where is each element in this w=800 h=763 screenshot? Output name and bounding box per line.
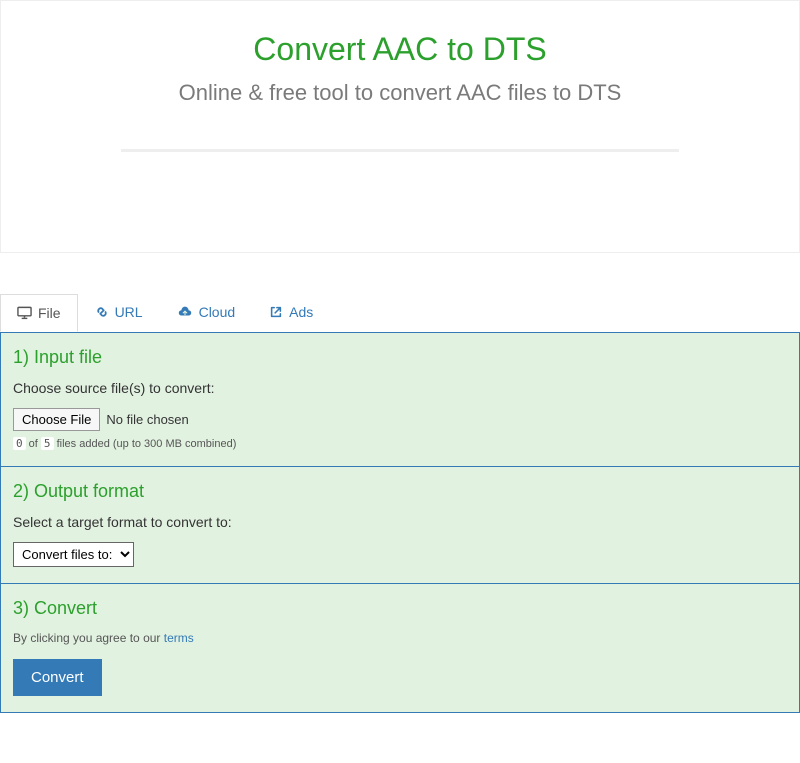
file-hint: 0 of 5 files added (up to 300 MB combine… [13, 437, 787, 450]
file-hint-tail: files added (up to 300 MB combined) [54, 438, 237, 450]
input-instruction: Choose source file(s) to convert: [13, 380, 787, 396]
files-max-count: 5 [41, 437, 54, 450]
tab-file-label: File [38, 305, 61, 321]
terms-link[interactable]: terms [164, 631, 194, 645]
external-link-icon [269, 305, 283, 319]
file-hint-of: of [26, 438, 41, 450]
choose-file-button[interactable]: Choose File [13, 408, 100, 431]
tab-ads[interactable]: Ads [252, 293, 330, 331]
cloud-icon [177, 305, 193, 319]
file-status: No file chosen [106, 412, 188, 427]
input-title: 1) Input file [13, 347, 787, 368]
convert-section: 3) Convert By clicking you agree to our … [1, 584, 799, 712]
tab-file[interactable]: File [0, 294, 78, 332]
output-title: 2) Output format [13, 481, 787, 502]
convert-button[interactable]: Convert [13, 659, 102, 696]
tab-cloud[interactable]: Cloud [160, 293, 253, 331]
tab-url-label: URL [115, 304, 143, 320]
file-chooser-row: Choose File No file chosen [13, 408, 787, 431]
page-title: Convert AAC to DTS [21, 31, 779, 68]
divider [121, 149, 679, 152]
files-added-count: 0 [13, 437, 26, 450]
monitor-icon [17, 306, 32, 320]
tab-ads-label: Ads [289, 304, 313, 320]
terms-text: By clicking you agree to our terms [13, 631, 787, 645]
link-icon [95, 305, 109, 319]
tab-url[interactable]: URL [78, 293, 160, 331]
tab-bar: File URL Cloud Ads [0, 293, 800, 332]
output-format-select[interactable]: Convert files to: [13, 542, 134, 567]
convert-title: 3) Convert [13, 598, 787, 619]
output-section: 2) Output format Select a target format … [1, 467, 799, 584]
input-section: 1) Input file Choose source file(s) to c… [1, 333, 799, 467]
terms-prefix: By clicking you agree to our [13, 631, 164, 645]
tab-cloud-label: Cloud [199, 304, 236, 320]
header-panel: Convert AAC to DTS Online & free tool to… [0, 0, 800, 253]
page-subtitle: Online & free tool to convert AAC files … [21, 76, 779, 109]
content-panel: 1) Input file Choose source file(s) to c… [0, 332, 800, 713]
output-instruction: Select a target format to convert to: [13, 514, 787, 530]
